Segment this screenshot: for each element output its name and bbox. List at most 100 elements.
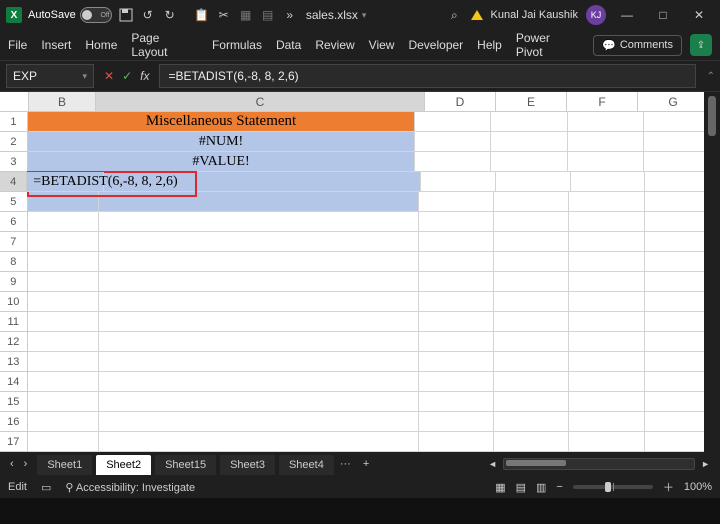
cell[interactable] <box>569 232 644 252</box>
cell[interactable] <box>99 312 419 332</box>
name-box[interactable]: EXP ▾ <box>6 64 94 88</box>
cell[interactable] <box>569 192 644 212</box>
cell[interactable] <box>28 332 100 352</box>
file-name[interactable]: sales.xlsx ▾ <box>306 8 367 22</box>
cell[interactable] <box>569 312 644 332</box>
cell[interactable] <box>28 292 100 312</box>
cell[interactable] <box>569 432 644 452</box>
cell[interactable] <box>419 212 494 232</box>
row-header[interactable]: 13 <box>0 352 28 372</box>
tab-view[interactable]: View <box>369 38 395 52</box>
row-header[interactable]: 17 <box>0 432 28 452</box>
cell-r2[interactable]: #NUM! <box>28 132 415 152</box>
cell[interactable] <box>494 232 569 252</box>
tab-file[interactable]: File <box>8 38 27 52</box>
cell[interactable] <box>28 392 100 412</box>
cell[interactable] <box>99 432 419 452</box>
add-sheet-button[interactable]: + <box>357 456 375 472</box>
cell[interactable] <box>99 232 419 252</box>
row-header[interactable]: 2 <box>0 132 28 152</box>
zoom-slider[interactable] <box>573 485 653 489</box>
cell[interactable] <box>99 292 419 312</box>
cell[interactable] <box>494 312 569 332</box>
cell[interactable] <box>28 272 100 292</box>
row-header[interactable]: 15 <box>0 392 28 412</box>
search-icon[interactable]: ⌕ <box>446 7 462 23</box>
overflow-icon[interactable]: » <box>282 7 298 23</box>
cell[interactable] <box>28 372 100 392</box>
expand-formula-icon[interactable]: ⌃ <box>707 71 715 82</box>
minimize-button[interactable]: — <box>612 0 642 30</box>
view-pagelayout-icon[interactable]: ▤ <box>516 481 526 494</box>
cell[interactable] <box>99 392 419 412</box>
cell[interactable] <box>99 192 419 212</box>
tab-review[interactable]: Review <box>315 38 354 52</box>
zoom-out-icon[interactable]: − <box>556 481 562 493</box>
cell[interactable] <box>28 212 100 232</box>
sheet-tab[interactable]: Sheet4 <box>279 455 334 475</box>
cell[interactable] <box>568 132 644 152</box>
enter-formula-icon[interactable]: ✓ <box>122 69 132 83</box>
cell[interactable] <box>419 412 494 432</box>
cell[interactable] <box>415 152 491 172</box>
cell[interactable] <box>494 292 569 312</box>
autosave-toggle[interactable]: AutoSave Off <box>28 7 112 23</box>
cell[interactable] <box>569 292 644 312</box>
row-header[interactable]: 6 <box>0 212 28 232</box>
comments-button[interactable]: 💬 Comments <box>593 35 682 56</box>
cell[interactable] <box>571 172 646 192</box>
cell[interactable] <box>99 372 419 392</box>
cell[interactable] <box>491 152 567 172</box>
cell[interactable] <box>99 332 419 352</box>
col-header-g[interactable]: G <box>638 92 709 112</box>
cell[interactable] <box>99 352 419 372</box>
cell[interactable] <box>569 252 644 272</box>
view-pagebreak-icon[interactable]: ▥ <box>536 481 546 494</box>
sheet-tab[interactable]: Sheet1 <box>37 455 92 475</box>
cell[interactable] <box>28 412 100 432</box>
cell-b4-editing[interactable]: =BETADIST(6,-8, 8, 2,6) <box>27 172 104 192</box>
share-button[interactable]: ⇪ <box>690 34 712 56</box>
hscroll-right-icon[interactable]: ► <box>701 459 710 469</box>
quick-icon[interactable]: ▦ <box>238 7 254 23</box>
row-header[interactable]: 12 <box>0 332 28 352</box>
row-header[interactable]: 16 <box>0 412 28 432</box>
cell[interactable] <box>419 332 494 352</box>
row-header[interactable]: 14 <box>0 372 28 392</box>
cut-icon[interactable]: ✂ <box>216 7 232 23</box>
cell-title-merged[interactable]: Miscellaneous Statement <box>28 112 415 132</box>
sheet-tab-active[interactable]: Sheet2 <box>96 455 151 475</box>
cell[interactable] <box>28 352 100 372</box>
vertical-scrollbar[interactable] <box>704 92 720 452</box>
cell[interactable] <box>419 352 494 372</box>
cell[interactable] <box>419 292 494 312</box>
cell[interactable] <box>99 212 419 232</box>
cell[interactable] <box>494 372 569 392</box>
cell[interactable] <box>496 172 571 192</box>
cell[interactable] <box>99 412 419 432</box>
col-header-e[interactable]: E <box>496 92 567 112</box>
row-header[interactable]: 10 <box>0 292 28 312</box>
tab-formulas[interactable]: Formulas <box>212 38 262 52</box>
cell[interactable] <box>494 412 569 432</box>
redo-icon[interactable]: ↻ <box>162 7 178 23</box>
formula-bar[interactable]: =BETADIST(6,-8, 8, 2,6) ⌃ <box>159 64 696 88</box>
cell[interactable] <box>568 152 644 172</box>
tab-page-layout[interactable]: Page Layout <box>131 31 198 59</box>
cell[interactable] <box>494 392 569 412</box>
col-header-b[interactable]: B <box>29 92 96 112</box>
warning-icon[interactable] <box>471 10 483 20</box>
cell[interactable] <box>494 432 569 452</box>
cell[interactable] <box>494 272 569 292</box>
close-button[interactable]: ✕ <box>684 0 714 30</box>
cell[interactable] <box>419 392 494 412</box>
cell[interactable] <box>569 392 644 412</box>
cell[interactable] <box>568 112 644 132</box>
hscroll-left-icon[interactable]: ◄ <box>488 459 497 469</box>
cell[interactable] <box>569 352 644 372</box>
maximize-button[interactable]: □ <box>648 0 678 30</box>
sheet-tab[interactable]: Sheet15 <box>155 455 216 475</box>
cell[interactable] <box>569 272 644 292</box>
zoom-in-icon[interactable]: ＋ <box>663 479 674 495</box>
cell[interactable] <box>415 112 491 132</box>
